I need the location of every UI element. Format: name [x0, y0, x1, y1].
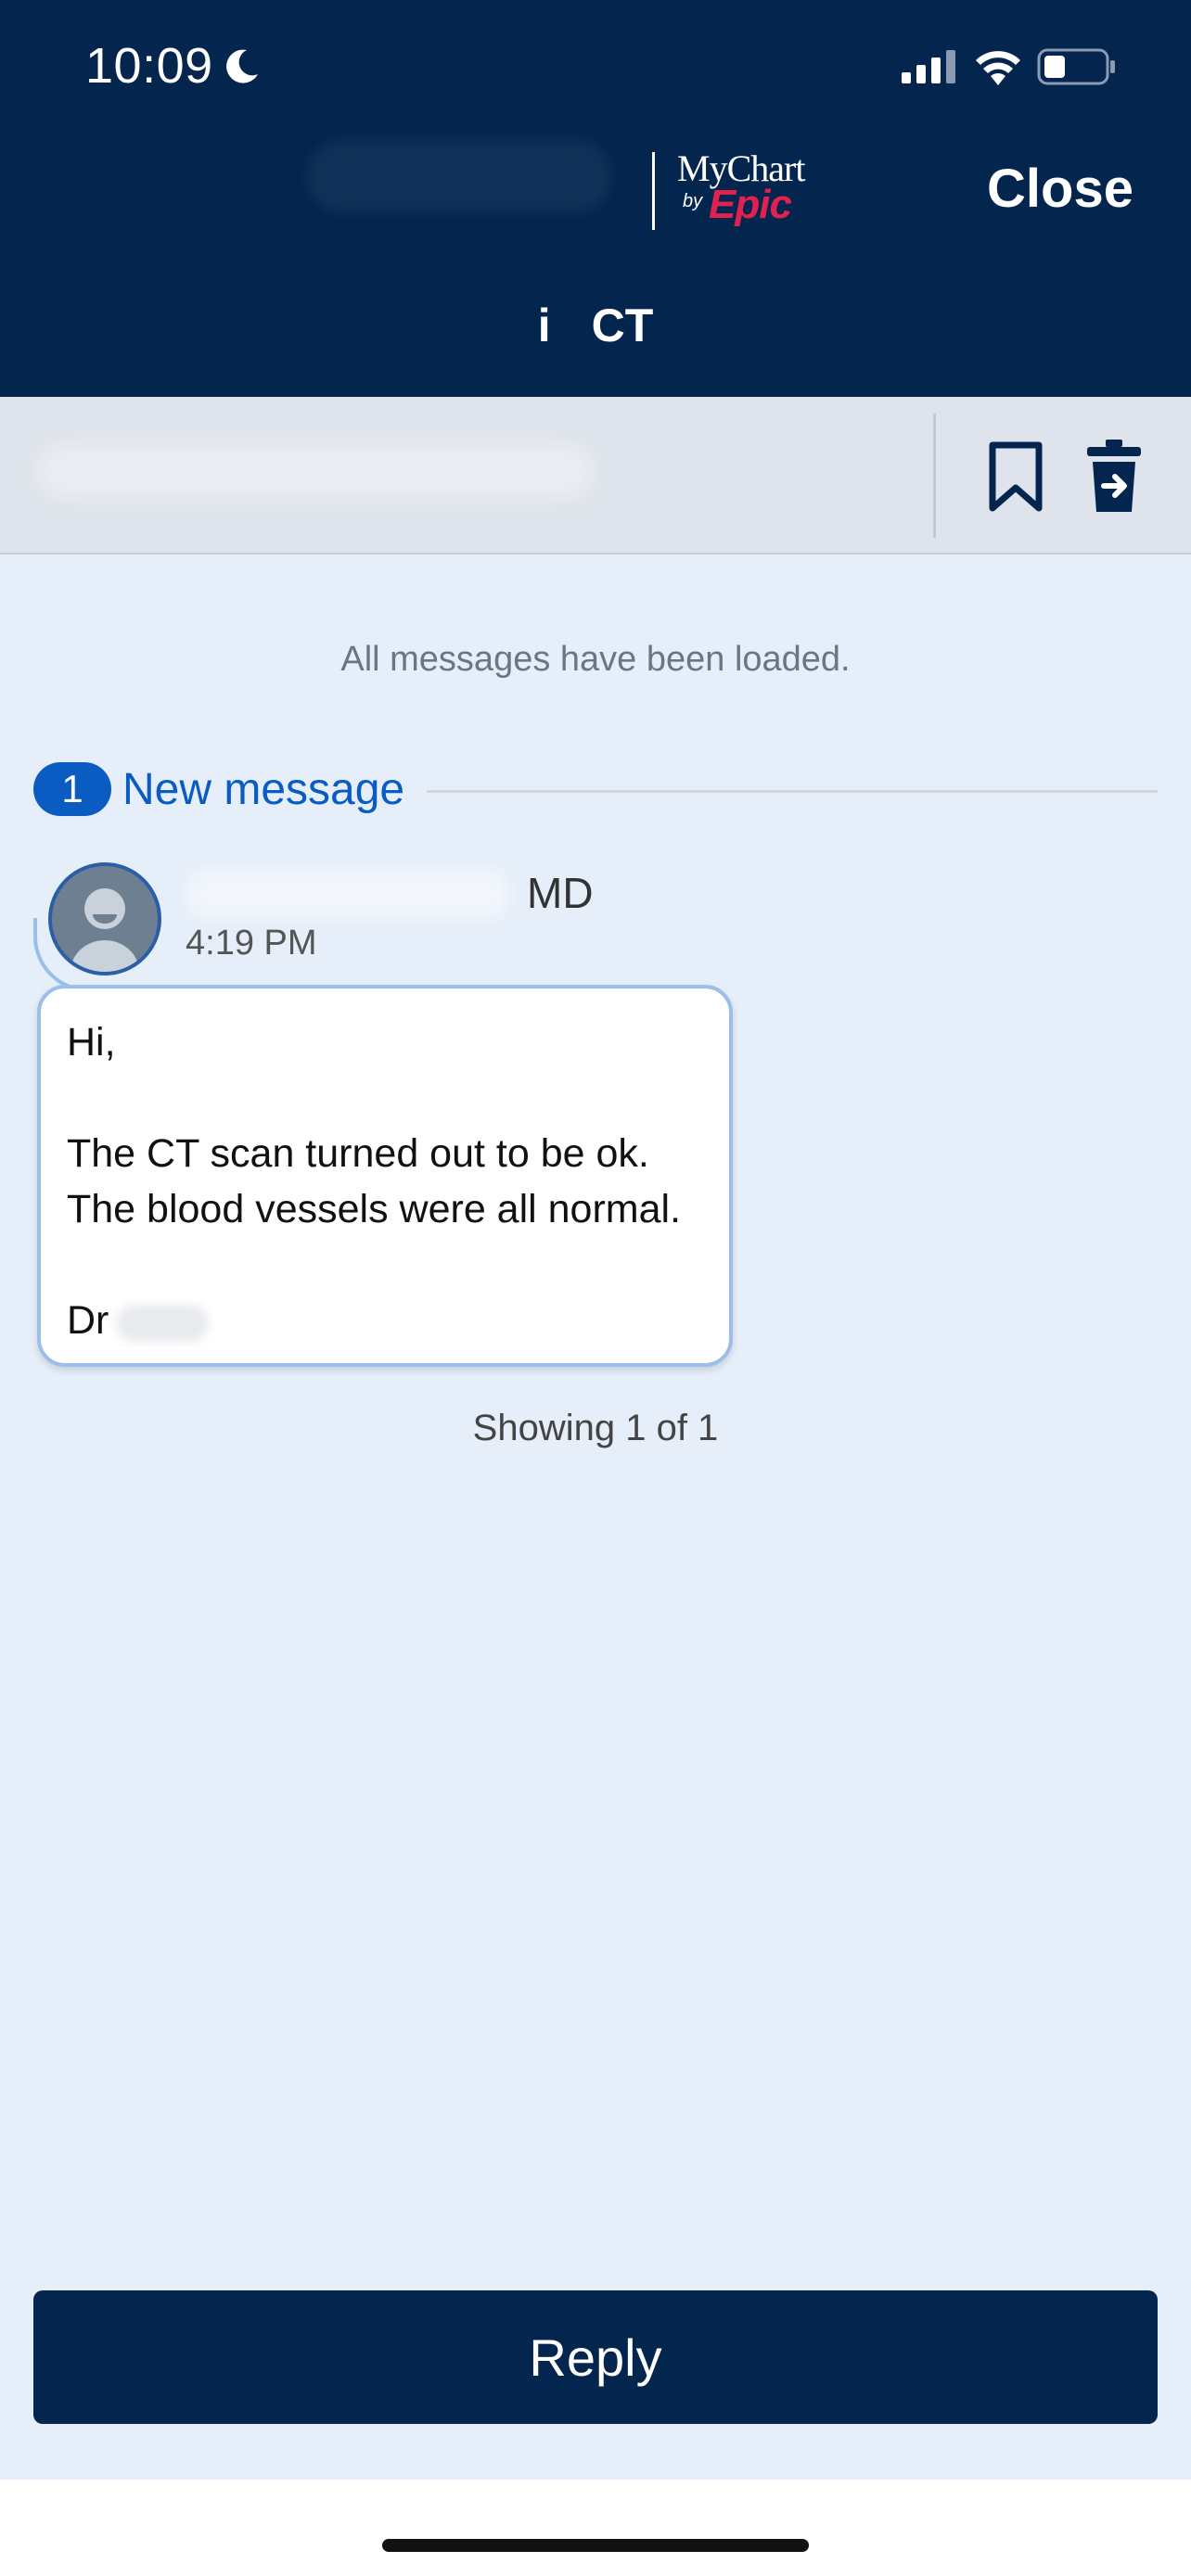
new-message-count-badge: 1	[33, 762, 111, 816]
message-signature: Dr	[67, 1293, 703, 1348]
bottom-safe-area	[0, 2480, 1191, 2576]
message-toolbar	[0, 397, 1191, 555]
app-header: 10:09 MyChart by Epic Close i CT	[0, 0, 1191, 397]
new-message-divider	[427, 790, 1158, 793]
status-time: 10:09	[85, 38, 213, 94]
brand-divider	[652, 152, 655, 230]
mychart-logo-by: by	[683, 191, 703, 211]
message-line	[67, 1070, 703, 1126]
subject-text: CT	[591, 300, 654, 351]
message-time: 4:19 PM	[186, 924, 317, 963]
wifi-icon	[976, 51, 1020, 85]
trash-icon[interactable]	[1082, 438, 1146, 516]
message-bubble: Hi, The CT scan turned out to be ok. The…	[37, 985, 733, 1367]
subject-marker: i	[537, 300, 551, 351]
battery-icon	[1037, 48, 1115, 85]
showing-count: Showing 1 of 1	[472, 1408, 719, 1448]
message-line: Hi,	[67, 1020, 116, 1065]
toolbar-divider	[933, 414, 936, 538]
organization-logo	[306, 139, 612, 213]
new-message-label: New message	[122, 765, 405, 814]
signature-redacted	[116, 1304, 210, 1342]
moon-icon	[226, 49, 258, 83]
signal-icon	[902, 50, 955, 83]
message-line	[67, 1237, 703, 1293]
signature-prefix: Dr	[67, 1298, 109, 1343]
close-button[interactable]: Close	[987, 158, 1133, 220]
bubble-tail	[33, 918, 89, 992]
message-line: The blood vessels were all normal.	[67, 1187, 682, 1231]
bookmark-icon[interactable]	[983, 440, 1048, 514]
all-loaded-notice: All messages have been loaded.	[340, 640, 851, 679]
sender-credential: MD	[527, 869, 594, 917]
conversation-subject: i CT	[0, 299, 1191, 352]
message-line: The CT scan turned out to be ok.	[67, 1131, 649, 1176]
home-indicator[interactable]	[382, 2539, 809, 2552]
toolbar-redacted-info	[37, 443, 594, 499]
sender-name-redacted	[186, 868, 510, 920]
epic-logo-text: Epic	[709, 182, 792, 227]
reply-button[interactable]: Reply	[33, 2290, 1158, 2424]
